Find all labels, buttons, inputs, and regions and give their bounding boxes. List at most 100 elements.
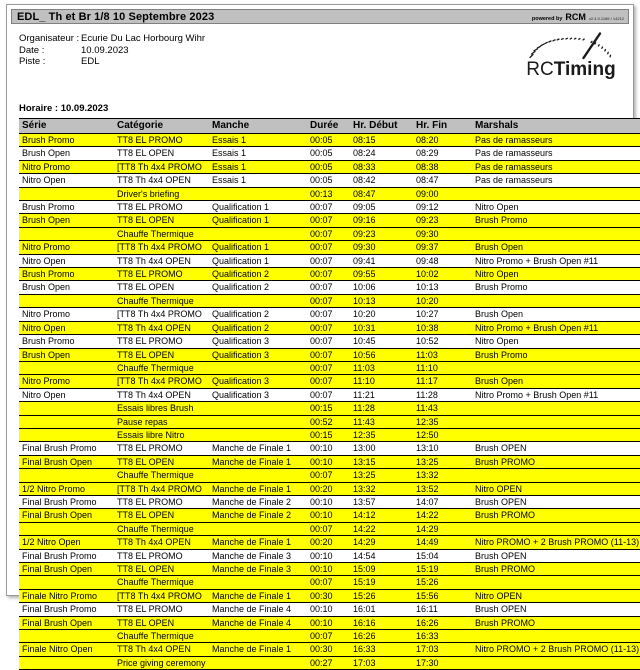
table-row[interactable]: Final Brush OpenTT8 EL OPENManche de Fin… bbox=[19, 616, 640, 629]
table-row[interactable]: Brush PromoTT8 EL PROMOQualification 300… bbox=[19, 335, 640, 348]
cell-duree: 00:30 bbox=[307, 589, 350, 602]
cell-categorie: [TT8 Th 4x4 PROMO bbox=[114, 308, 209, 321]
table-row[interactable]: Nitro OpenTT8 Th 4x4 OPENEssais 100:0508… bbox=[19, 174, 640, 187]
cell-heure-fin: 08:29 bbox=[413, 147, 472, 160]
cell-categorie: Pause repas bbox=[114, 415, 209, 428]
cell-duree: 00:20 bbox=[307, 536, 350, 549]
table-row[interactable]: 1/2 Nitro Promo[TT8 Th 4x4 PROMOManche d… bbox=[19, 482, 640, 495]
table-row[interactable]: Final Brush OpenTT8 EL OPENManche de Fin… bbox=[19, 563, 640, 576]
cell-serie: 1/2 Nitro Promo bbox=[19, 482, 114, 495]
cell-heure-fin: 08:47 bbox=[413, 174, 472, 187]
cell-serie: Final Brush Open bbox=[19, 616, 114, 629]
cell-heure-fin: 14:49 bbox=[413, 536, 472, 549]
piste-value: EDL bbox=[81, 56, 99, 68]
table-row[interactable]: Chauffe Thermique00:0711:0311:10 bbox=[19, 361, 640, 374]
cell-heure-debut: 15:19 bbox=[350, 576, 413, 589]
cell-heure-debut: 12:35 bbox=[350, 428, 413, 441]
table-row[interactable]: Nitro OpenTT8 Th 4x4 OPENQualification 1… bbox=[19, 254, 640, 267]
cell-marshals bbox=[472, 428, 640, 441]
column-header-heure-debut: Hr. Début bbox=[350, 119, 413, 134]
table-row[interactable]: Brush PromoTT8 EL PROMOQualification 200… bbox=[19, 268, 640, 281]
cell-heure-fin: 11:43 bbox=[413, 402, 472, 415]
table-row[interactable]: Brush OpenTT8 EL OPENQualification 300:0… bbox=[19, 348, 640, 361]
table-row[interactable]: Final Brush PromoTT8 EL PROMOManche de F… bbox=[19, 495, 640, 508]
cell-marshals: Nitro OPEN bbox=[472, 482, 640, 495]
cell-duree: 00:07 bbox=[307, 335, 350, 348]
cell-duree: 00:07 bbox=[307, 576, 350, 589]
table-row[interactable]: Finale Nitro OpenTT8 Th 4x4 OPENManche d… bbox=[19, 643, 640, 656]
table-row[interactable]: Chauffe Thermique00:0709:2309:30 bbox=[19, 227, 640, 240]
table-row[interactable]: Chauffe Thermique00:0715:1915:26 bbox=[19, 576, 640, 589]
cell-heure-fin: 10:20 bbox=[413, 294, 472, 307]
table-row[interactable]: Chauffe Thermique00:0714:2214:29 bbox=[19, 522, 640, 535]
cell-categorie: TT8 EL OPEN bbox=[114, 509, 209, 522]
table-row[interactable]: Nitro OpenTT8 Th 4x4 OPENQualification 2… bbox=[19, 321, 640, 334]
cell-manche: Qualification 2 bbox=[209, 268, 307, 281]
table-row[interactable]: Final Brush OpenTT8 EL OPENManche de Fin… bbox=[19, 509, 640, 522]
cell-manche: Essais 1 bbox=[209, 147, 307, 160]
table-row[interactable]: 1/2 Nitro OpenTT8 Th 4x4 OPENManche de F… bbox=[19, 536, 640, 549]
table-row[interactable]: Pause repas00:5211:4312:35 bbox=[19, 415, 640, 428]
table-row[interactable]: Price giving ceremony00:2717:0317:30 bbox=[19, 656, 640, 669]
table-row[interactable]: Brush OpenTT8 EL OPENEssais 100:0508:240… bbox=[19, 147, 640, 160]
cell-marshals: Brush Open bbox=[472, 241, 640, 254]
table-row[interactable]: Chauffe Thermique00:0710:1310:20 bbox=[19, 294, 640, 307]
cell-heure-fin: 15:26 bbox=[413, 576, 472, 589]
table-row[interactable]: Driver's briefing00:1308:4709:00 bbox=[19, 187, 640, 200]
table-row[interactable]: Brush PromoTT8 EL PROMOQualification 100… bbox=[19, 201, 640, 214]
table-row[interactable]: Finale Nitro Promo[TT8 Th 4x4 PROMOManch… bbox=[19, 589, 640, 602]
table-row[interactable]: Chauffe Thermique00:0716:2616:33 bbox=[19, 630, 640, 643]
cell-manche: Qualification 3 bbox=[209, 375, 307, 388]
cell-marshals: Brush OPEN bbox=[472, 442, 640, 455]
table-row[interactable]: Chauffe Thermique00:0713:2513:32 bbox=[19, 469, 640, 482]
table-row[interactable]: Essais libre Nitro00:1512:3512:50 bbox=[19, 428, 640, 441]
table-row[interactable]: Essais libres Brush00:1511:2811:43 bbox=[19, 402, 640, 415]
cell-duree: 00:05 bbox=[307, 134, 350, 147]
cell-categorie: [TT8 Th 4x4 PROMO bbox=[114, 160, 209, 173]
rcm-brand-label: RCM bbox=[565, 12, 586, 22]
table-row[interactable]: Final Brush PromoTT8 EL PROMOManche de F… bbox=[19, 442, 640, 455]
cell-heure-fin: 10:38 bbox=[413, 321, 472, 334]
cell-categorie: [TT8 Th 4x4 PROMO bbox=[114, 375, 209, 388]
table-row[interactable]: Brush PromoTT8 EL PROMOEssais 100:0508:1… bbox=[19, 134, 640, 147]
table-row[interactable]: Nitro OpenTT8 Th 4x4 OPENQualification 3… bbox=[19, 388, 640, 401]
cell-marshals bbox=[472, 227, 640, 240]
cell-duree: 00:05 bbox=[307, 160, 350, 173]
table-row[interactable]: Brush OpenTT8 EL OPENQualification 200:0… bbox=[19, 281, 640, 294]
cell-marshals: Brush OPEN bbox=[472, 495, 640, 508]
cell-heure-debut: 10:56 bbox=[350, 348, 413, 361]
cell-heure-fin: 15:19 bbox=[413, 563, 472, 576]
column-header-manche: Manche bbox=[209, 119, 307, 134]
cell-duree: 00:15 bbox=[307, 402, 350, 415]
date-label: Date : bbox=[19, 45, 81, 57]
table-row[interactable]: Final Brush PromoTT8 EL PROMOManche de F… bbox=[19, 549, 640, 562]
schedule-table: Série Catégorie Manche Durée Hr. Début H… bbox=[19, 118, 640, 670]
cell-serie: Brush Promo bbox=[19, 335, 114, 348]
cell-marshals: Brush Promo bbox=[472, 281, 640, 294]
cell-categorie: Chauffe Thermique bbox=[114, 294, 209, 307]
cell-heure-debut: 11:28 bbox=[350, 402, 413, 415]
cell-serie bbox=[19, 415, 114, 428]
table-row[interactable]: Final Brush OpenTT8 EL OPENManche de Fin… bbox=[19, 455, 640, 468]
cell-duree: 00:10 bbox=[307, 616, 350, 629]
cell-heure-fin: 10:13 bbox=[413, 281, 472, 294]
table-row[interactable]: Nitro Promo[TT8 Th 4x4 PROMOQualificatio… bbox=[19, 375, 640, 388]
logo-wordmark: RCTiming bbox=[519, 59, 623, 81]
cell-heure-debut: 08:33 bbox=[350, 160, 413, 173]
cell-duree: 00:10 bbox=[307, 563, 350, 576]
cell-manche: Essais 1 bbox=[209, 134, 307, 147]
table-row[interactable]: Brush OpenTT8 EL OPENQualification 100:0… bbox=[19, 214, 640, 227]
column-header-heure-fin: Hr. Fin bbox=[413, 119, 472, 134]
cell-duree: 00:10 bbox=[307, 549, 350, 562]
cell-categorie: Chauffe Thermique bbox=[114, 361, 209, 374]
table-row[interactable]: Nitro Promo[TT8 Th 4x4 PROMOQualificatio… bbox=[19, 241, 640, 254]
cell-heure-fin: 16:33 bbox=[413, 630, 472, 643]
cell-duree: 00:10 bbox=[307, 455, 350, 468]
cell-duree: 00:07 bbox=[307, 361, 350, 374]
cell-categorie: TT8 EL OPEN bbox=[114, 616, 209, 629]
cell-heure-fin: 08:38 bbox=[413, 160, 472, 173]
table-row[interactable]: Nitro Promo[TT8 Th 4x4 PROMOQualificatio… bbox=[19, 308, 640, 321]
cell-heure-debut: 11:10 bbox=[350, 375, 413, 388]
table-row[interactable]: Nitro Promo[TT8 Th 4x4 PROMOEssais 100:0… bbox=[19, 160, 640, 173]
cell-heure-debut: 09:23 bbox=[350, 227, 413, 240]
